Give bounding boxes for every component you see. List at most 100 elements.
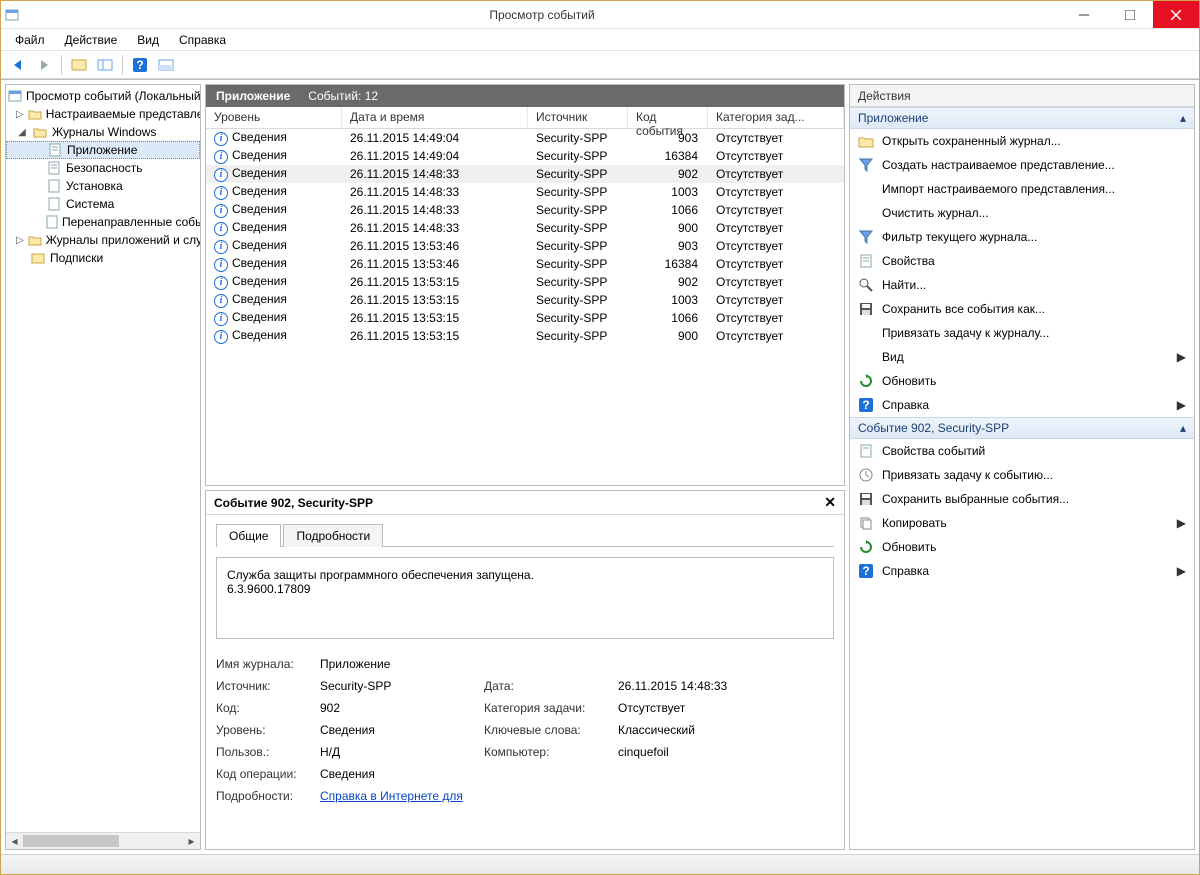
menu-help[interactable]: Справка — [171, 31, 234, 49]
folder-icon — [32, 124, 48, 140]
tab-general[interactable]: Общие — [216, 524, 281, 547]
info-icon: i — [214, 240, 228, 254]
window-title: Просмотр событий — [23, 8, 1061, 22]
table-row[interactable]: iСведения26.11.2015 14:48:33Security-SPP… — [206, 183, 844, 201]
table-row[interactable]: iСведения26.11.2015 14:49:04Security-SPP… — [206, 147, 844, 165]
scroll-thumb[interactable] — [23, 835, 119, 847]
actions-section-app[interactable]: Приложение▴ — [850, 107, 1194, 129]
preview-button[interactable] — [155, 54, 177, 76]
tree-system[interactable]: Система — [6, 195, 200, 213]
menubar: Файл Действие Вид Справка — [1, 29, 1199, 51]
action-save-all[interactable]: Сохранить все события как... — [850, 297, 1194, 321]
col-source[interactable]: Источник — [528, 107, 628, 128]
detail-title: Событие 902, Security-SPP ✕ — [206, 491, 844, 515]
minimize-button[interactable] — [1061, 1, 1107, 28]
action-event-refresh[interactable]: Обновить — [850, 535, 1194, 559]
table-row[interactable]: iСведения26.11.2015 13:53:46Security-SPP… — [206, 255, 844, 273]
col-code[interactable]: Код события — [628, 107, 708, 128]
list-title: Приложение Событий: 12 — [206, 85, 844, 107]
tree-subscriptions[interactable]: Подписки — [6, 249, 200, 267]
folder-open-icon — [858, 133, 874, 149]
col-date[interactable]: Дата и время — [342, 107, 528, 128]
chevron-right-icon: ▶ — [1177, 398, 1186, 412]
menu-action[interactable]: Действие — [57, 31, 126, 49]
action-event-properties[interactable]: Свойства событий — [850, 439, 1194, 463]
tree-windows-logs[interactable]: ◢ Журналы Windows — [6, 123, 200, 141]
tree-app-logs[interactable]: ▷ Журналы приложений и служб — [6, 231, 200, 249]
chevron-right-icon: ▶ — [1177, 516, 1186, 530]
scroll-right-button[interactable]: ▸ — [183, 833, 200, 849]
filter-icon — [858, 157, 874, 173]
scroll-track[interactable] — [23, 833, 183, 849]
table-row[interactable]: iСведения26.11.2015 13:53:15Security-SPP… — [206, 291, 844, 309]
tree-hscroll[interactable]: ◂ ▸ — [6, 832, 200, 849]
table-row[interactable]: iСведения26.11.2015 13:53:15Security-SPP… — [206, 309, 844, 327]
tree[interactable]: Просмотр событий (Локальный) ▷ Настраива… — [6, 85, 200, 832]
back-button[interactable] — [7, 54, 29, 76]
forward-button[interactable] — [33, 54, 55, 76]
properties-icon — [858, 253, 874, 269]
action-properties[interactable]: Свойства — [850, 249, 1194, 273]
task-icon — [858, 467, 874, 483]
show-tree-button[interactable] — [68, 54, 90, 76]
collapse-icon: ▴ — [1180, 111, 1186, 125]
tree-custom-views[interactable]: ▷ Настраиваемые представления — [6, 105, 200, 123]
panes-button[interactable] — [94, 54, 116, 76]
action-view[interactable]: Вид▶ — [850, 345, 1194, 369]
table-row[interactable]: iСведения26.11.2015 14:48:33Security-SPP… — [206, 165, 844, 183]
svg-text:?: ? — [862, 398, 869, 412]
detail-close-button[interactable]: ✕ — [824, 494, 836, 511]
expand-icon[interactable]: ▷ — [16, 235, 24, 246]
info-icon: i — [214, 312, 228, 326]
action-help[interactable]: ?Справка▶ — [850, 393, 1194, 417]
collapse-icon[interactable]: ◢ — [16, 127, 28, 138]
info-icon: i — [214, 186, 228, 200]
tree-security[interactable]: Безопасность — [6, 159, 200, 177]
maximize-button[interactable] — [1107, 1, 1153, 28]
action-create-view[interactable]: Создать настраиваемое представление... — [850, 153, 1194, 177]
detail-properties: Имя журнала:Приложение Источник:Security… — [216, 657, 834, 803]
table-row[interactable]: iСведения26.11.2015 14:49:04Security-SPP… — [206, 129, 844, 147]
tree-root[interactable]: Просмотр событий (Локальный) — [6, 87, 200, 105]
table-row[interactable]: iСведения26.11.2015 14:48:33Security-SPP… — [206, 201, 844, 219]
tree-application[interactable]: Приложение — [6, 141, 200, 159]
action-filter-log[interactable]: Фильтр текущего журнала... — [850, 225, 1194, 249]
app-icon — [1, 8, 23, 22]
tree-setup[interactable]: Установка — [6, 177, 200, 195]
action-save-selected[interactable]: Сохранить выбранные события... — [850, 487, 1194, 511]
table-row[interactable]: iСведения26.11.2015 13:53:15Security-SPP… — [206, 327, 844, 345]
table-row[interactable]: iСведения26.11.2015 13:53:46Security-SPP… — [206, 237, 844, 255]
table-row[interactable]: iСведения26.11.2015 14:48:33Security-SPP… — [206, 219, 844, 237]
table-row[interactable]: iСведения26.11.2015 13:53:15Security-SPP… — [206, 273, 844, 291]
action-open-log[interactable]: Открыть сохраненный журнал... — [850, 129, 1194, 153]
action-event-help[interactable]: ?Справка▶ — [850, 559, 1194, 583]
help-button[interactable]: ? — [129, 54, 151, 76]
action-import-view[interactable]: Импорт настраиваемого представления... — [850, 177, 1194, 201]
tab-details[interactable]: Подробности — [283, 524, 383, 547]
actions-section-event[interactable]: Событие 902, Security-SPP▴ — [850, 417, 1194, 439]
action-refresh[interactable]: Обновить — [850, 369, 1194, 393]
info-icon: i — [214, 276, 228, 290]
action-attach-task[interactable]: Привязать задачу к журналу... — [850, 321, 1194, 345]
scroll-left-button[interactable]: ◂ — [6, 833, 23, 849]
folder-icon — [28, 106, 42, 122]
expand-icon[interactable]: ▷ — [16, 109, 24, 120]
eventviewer-icon — [8, 88, 22, 104]
refresh-icon — [858, 373, 874, 389]
save-icon — [858, 491, 874, 507]
menu-view[interactable]: Вид — [129, 31, 167, 49]
action-event-attach[interactable]: Привязать задачу к событию... — [850, 463, 1194, 487]
grid-body[interactable]: iСведения26.11.2015 14:49:04Security-SPP… — [206, 129, 844, 485]
online-help-link[interactable]: Справка в Интернете для — [320, 789, 463, 803]
info-icon: i — [214, 132, 228, 146]
action-find[interactable]: Найти... — [850, 273, 1194, 297]
menu-file[interactable]: Файл — [7, 31, 53, 49]
col-task[interactable]: Категория зад... — [708, 107, 844, 128]
info-icon: i — [214, 294, 228, 308]
tree-forwarded[interactable]: Перенаправленные события — [6, 213, 200, 231]
action-clear-log[interactable]: Очистить журнал... — [850, 201, 1194, 225]
actions-pane: Действия Приложение▴ Открыть сохраненный… — [849, 84, 1195, 850]
col-level[interactable]: Уровень — [206, 107, 342, 128]
close-button[interactable] — [1153, 1, 1199, 28]
action-copy[interactable]: Копировать▶ — [850, 511, 1194, 535]
